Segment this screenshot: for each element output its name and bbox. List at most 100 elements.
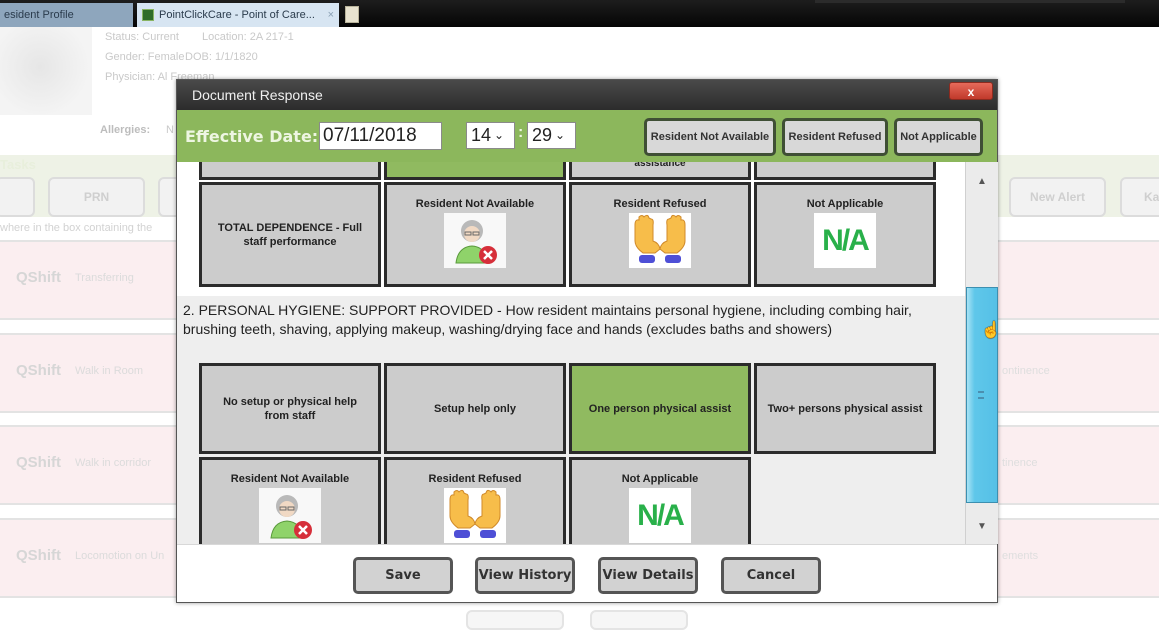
minute-select[interactable]: 29 ⌄ [527,122,576,149]
option-label: Setup help only [434,402,516,415]
chevron-down-icon: ⌄ [494,128,505,142]
dialog-header: Effective Date: 07/11/2018 14 ⌄ : 29 ⌄ Res… [177,110,997,162]
pointclickcare-favicon-icon [142,9,154,21]
hour-select[interactable]: 14 ⌄ [466,122,515,149]
option-not-applicable[interactable]: Not Applicable N/A [569,457,751,544]
na-text: N/A [637,499,685,532]
status-text: Status: Current [105,31,179,43]
option-label: No setup or physical help from staff [223,395,357,422]
option-total-dependence[interactable]: TOTAL DEPENDENCE - Full staff performanc… [199,182,381,287]
tasks-title: Tasks [0,157,36,172]
allergies-value: N [166,124,174,136]
na-text: N/A [822,224,870,257]
task-label: Walk in corridor [75,457,151,469]
option-two-persons-assist[interactable]: Two+ persons physical assist [754,363,936,454]
vertical-scrollbar[interactable]: ▲ ☝ ▼ [965,162,1001,544]
gender-text: Gender: Female [105,51,185,63]
option-setup-help-only[interactable]: Setup help only [384,363,566,454]
scroll-down-arrow-icon[interactable]: ▼ [977,521,987,532]
option-one-person-assist[interactable]: One person physical assist [569,363,751,454]
view-history-button[interactable]: View History [475,557,575,594]
prn-button[interactable]: PRN [48,177,145,217]
task-button[interactable] [0,177,35,217]
allergies-label: Allergies: [100,124,151,136]
shift-label: QShift [16,547,61,564]
chevron-down-icon: ⌄ [555,128,566,142]
hand-cursor-icon: ☝ [981,322,1001,339]
raised-hands-icon [629,213,691,268]
task-button[interactable]: Ka [1120,177,1159,217]
task-right-label: ontinence [1002,365,1050,377]
tab-point-of-care[interactable]: PointClickCare - Point of Care... × [137,3,339,27]
option-label: Resident Refused [428,473,522,485]
dob-text: DOB: 1/1/1820 [185,51,258,63]
new-tab-icon[interactable] [345,6,359,23]
task-label: Transferring [75,272,134,284]
raised-hands-icon [444,488,506,543]
option-resident-refused[interactable]: Resident Refused [569,182,751,287]
dialog-footer: Save View History View Details Cancel [177,544,997,602]
task-label: Walk in Room [75,365,144,377]
browser-tab-bar: esident Profile PointClickCare - Point o… [0,0,1159,27]
questions-scroll-area: assistance TOTAL DEPENDENCE - Full staff… [177,162,965,544]
shift-label: QShift [16,454,61,471]
hint-text: where in the box containing the [0,222,153,234]
close-icon: x [967,85,975,99]
time-separator: : [518,124,524,141]
location-text: Location: 2A 217-1 [202,31,294,43]
option-label: TOTAL DEPENDENCE - Full staff performanc… [217,221,363,248]
dialog-title: Document Response [192,87,323,103]
option-cell[interactable] [199,162,381,180]
background-button[interactable] [466,610,564,630]
option-label: One person physical assist [588,402,732,415]
option-label: Resident Not Available [415,198,535,210]
option-label: assistance [634,162,686,169]
cancel-button[interactable]: Cancel [721,557,821,594]
question-2-text: 2. PERSONAL HYGIENE: SUPPORT PROVIDED - … [183,302,912,337]
task-right-label: ements [1002,550,1039,562]
option-label: Not Applicable [621,473,699,485]
document-response-dialog: Document Response x Effective Date: 07/1… [176,79,1001,603]
option-label: Two+ persons physical assist [767,402,923,415]
close-button[interactable]: x [949,82,993,100]
task-right-label: tinence [1002,457,1038,469]
option-resident-not-available[interactable]: Resident Not Available [199,457,381,544]
address-strip [815,0,1125,3]
option-label: Not Applicable [806,198,884,210]
option-not-applicable[interactable]: Not Applicable N/A [754,182,936,287]
option-label: Resident Refused [613,198,707,210]
minute-value: 29 [532,125,553,145]
tab-label: PointClickCare - Point of Care... [159,9,315,21]
not-applicable-button[interactable]: Not Applicable [894,118,983,156]
save-button[interactable]: Save [353,557,453,594]
view-details-button[interactable]: View Details [598,557,698,594]
option-resident-not-available[interactable]: Resident Not Available [384,182,566,287]
tab-resident-profile[interactable]: esident Profile [0,3,133,27]
background-button[interactable] [590,610,688,630]
option-resident-refused[interactable]: Resident Refused [384,457,566,544]
option-cell-selected[interactable] [384,162,566,180]
resident-unavailable-icon [444,213,506,268]
scrollbar-thumb[interactable]: ☝ [966,287,1001,503]
resident-not-available-button[interactable]: Resident Not Available [644,118,776,156]
shift-label: QShift [16,269,61,286]
option-label: Resident Not Available [230,473,350,485]
grip-icon [978,391,984,399]
option-cell[interactable]: assistance [569,162,751,180]
shift-label: QShift [16,362,61,379]
resident-unavailable-icon [259,488,321,543]
na-icon: N/A [814,213,876,268]
scroll-up-arrow-icon[interactable]: ▲ [977,176,987,187]
task-label: Locomotion on Un [75,550,165,562]
option-no-setup[interactable]: No setup or physical help from staff [199,363,381,454]
resident-photo [0,27,92,115]
option-cell[interactable] [754,162,936,180]
effective-date-input[interactable]: 07/11/2018 [319,122,442,150]
new-alert-button[interactable]: New Alert [1009,177,1106,217]
resident-refused-button[interactable]: Resident Refused [782,118,888,156]
dialog-title-bar[interactable]: Document Response x [177,80,997,110]
hour-value: 14 [471,125,492,145]
na-icon: N/A [629,488,691,543]
tab-close-icon[interactable]: × [328,3,334,27]
effective-date-label: Effective Date: [185,127,319,146]
